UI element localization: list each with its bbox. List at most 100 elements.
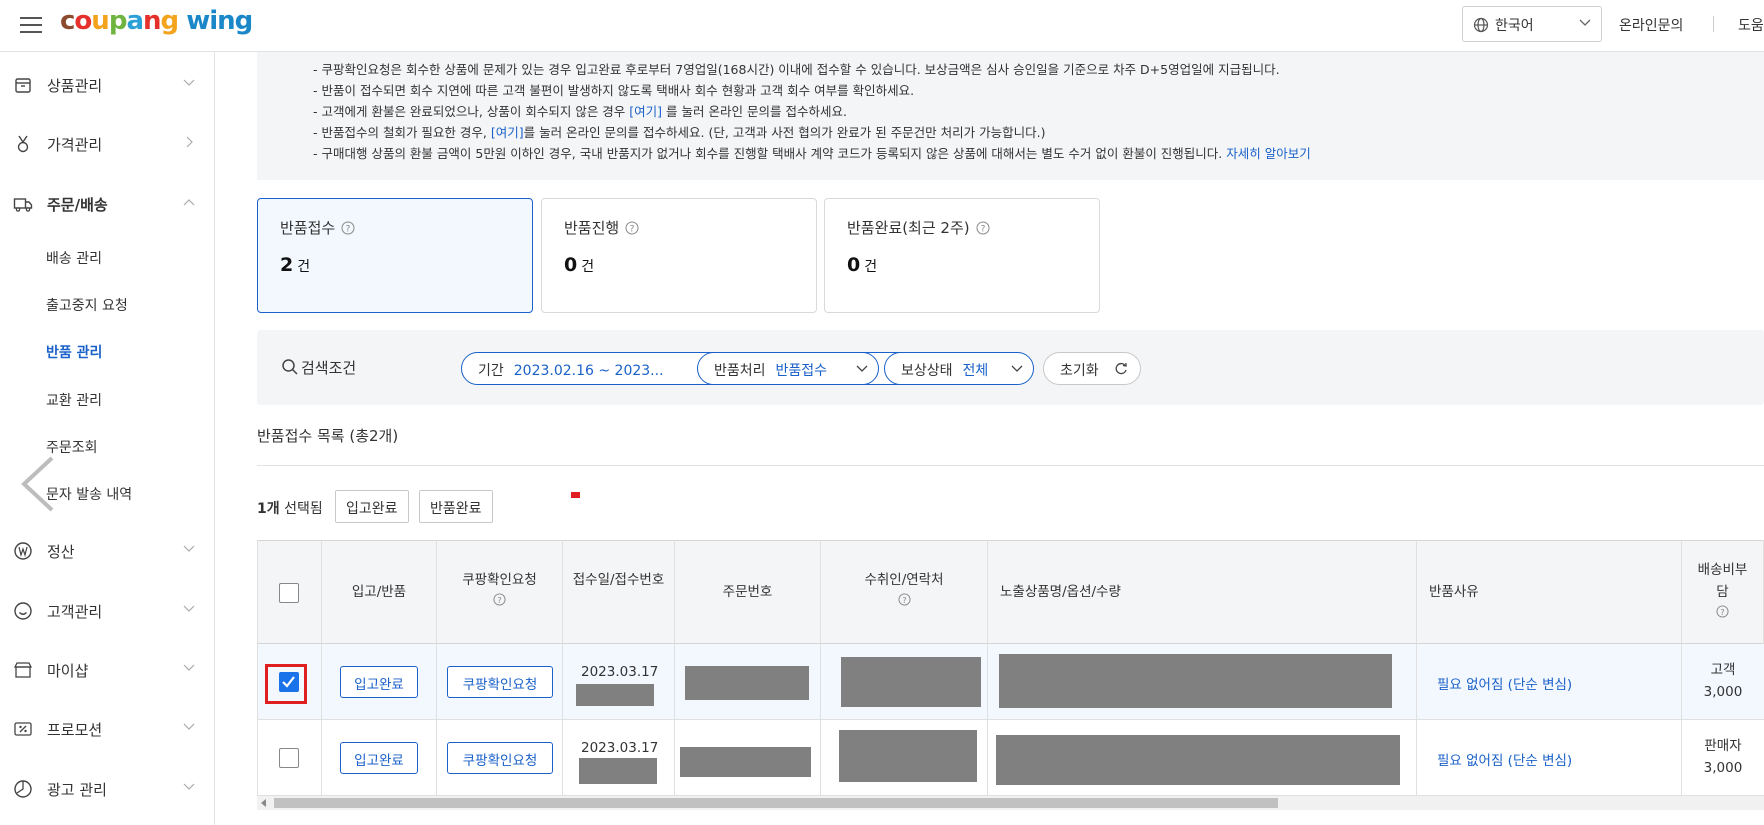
truck-icon bbox=[13, 198, 33, 212]
sidebar-sub-delivery[interactable]: 배송 관리 bbox=[46, 248, 102, 268]
table-row[interactable]: 입고완료 쿠팡확인요청 2023.03.17 필요 없어짐 (단순 변심) 고객… bbox=[257, 644, 1764, 720]
redacted-order-number bbox=[680, 747, 811, 777]
here-link[interactable]: [여기] bbox=[491, 125, 524, 140]
question-icon[interactable]: ? bbox=[625, 221, 639, 235]
sidebar-sub-sms-history[interactable]: 문자 발송 내역 bbox=[46, 484, 132, 504]
chevron-down-icon bbox=[1579, 19, 1591, 26]
sidebar-item-price[interactable]: 가격관리 bbox=[0, 123, 215, 163]
card-unit: 건 bbox=[581, 259, 595, 275]
sidebar-item-label: 가격관리 bbox=[47, 136, 103, 154]
question-icon[interactable]: ? bbox=[897, 593, 911, 606]
card-count: 0 bbox=[564, 254, 578, 276]
sidebar-item-product[interactable]: 상품관리 bbox=[0, 64, 215, 104]
card-return-complete[interactable]: 반품완료(최근 2주)? 0건 bbox=[824, 198, 1100, 313]
sidebar-item-order-delivery[interactable]: 주문/배송 bbox=[0, 183, 215, 223]
help-link[interactable]: 도움 bbox=[1738, 15, 1764, 35]
received-date: 2023.03.17 bbox=[581, 740, 659, 756]
compensation-filter[interactable]: 보상상태 전체 bbox=[884, 352, 1034, 385]
chevron-down-icon bbox=[183, 79, 195, 86]
percent-icon bbox=[14, 722, 32, 736]
filter-bar: 검색조건 기간 2023.02.16 ~ 2023... 반품처리 반품접수 보상상… bbox=[257, 330, 1764, 405]
col-coupang-request: 쿠팡확인요청? bbox=[437, 540, 563, 644]
chevron-up-icon bbox=[183, 199, 195, 206]
card-return-received[interactable]: 반품접수? 2건 bbox=[257, 198, 533, 313]
sidebar-item-label: 광고 관리 bbox=[47, 781, 107, 799]
col-inbound-return: 입고/반품 bbox=[322, 540, 437, 644]
card-count: 2 bbox=[280, 254, 294, 276]
shipping-fee-info: 고객 3,000 bbox=[1703, 662, 1743, 700]
card-title: 반품완료(최근 2주) bbox=[847, 219, 970, 237]
online-inquiry-link[interactable]: 온라인문의 bbox=[1619, 15, 1683, 35]
learn-more-link[interactable]: 자세히 알아보기 bbox=[1226, 146, 1310, 161]
svg-text:?: ? bbox=[497, 595, 501, 605]
language-label: 한국어 bbox=[1495, 18, 1534, 34]
sidebar-item-customer[interactable]: 고객관리 bbox=[0, 590, 215, 630]
sidebar-item-label: 마이샵 bbox=[47, 662, 89, 680]
horizontal-scrollbar[interactable] bbox=[257, 796, 1764, 810]
svg-text:?: ? bbox=[980, 225, 985, 235]
table-row[interactable]: 입고완료 쿠팡확인요청 2023.03.17 필요 없어짐 (단순 변심) 판매… bbox=[257, 720, 1764, 796]
sidebar-item-label: 고객관리 bbox=[47, 603, 103, 621]
col-recipient: 수취인/연락처? bbox=[821, 540, 988, 644]
inbound-complete-button[interactable]: 입고완료 bbox=[340, 742, 418, 774]
inbound-complete-button[interactable]: 입고완료 bbox=[340, 666, 418, 698]
store-icon bbox=[13, 662, 33, 678]
sidebar-sub-exchange[interactable]: 교환 관리 bbox=[46, 390, 102, 410]
notice-line: - 구매대행 상품의 환불 금액이 5만원 이하인 경우, 국내 반품지가 없거… bbox=[313, 146, 1311, 161]
scroll-left-arrow-icon[interactable] bbox=[261, 799, 266, 807]
globe-icon bbox=[1473, 17, 1489, 33]
card-unit: 건 bbox=[297, 259, 311, 275]
coupang-request-button[interactable]: 쿠팡확인요청 bbox=[447, 742, 553, 774]
reset-button[interactable]: 초기화 bbox=[1043, 352, 1141, 385]
col-received-date: 접수일/접수번호 bbox=[563, 540, 675, 644]
sidebar-item-promotion[interactable]: 프로모션 bbox=[0, 708, 215, 748]
hamburger-menu-icon[interactable] bbox=[20, 17, 42, 33]
chevron-down-icon bbox=[183, 605, 195, 612]
language-select[interactable]: 한국어 bbox=[1462, 6, 1602, 42]
select-all-checkbox[interactable] bbox=[279, 583, 299, 603]
bulk-inbound-complete-button[interactable]: 입고완료 bbox=[335, 490, 409, 523]
won-icon bbox=[14, 542, 32, 560]
chevron-down-icon bbox=[183, 545, 195, 552]
sidebar-item-label: 프로모션 bbox=[47, 721, 103, 739]
section-divider bbox=[257, 465, 1764, 466]
sidebar-item-label: 정산 bbox=[47, 543, 75, 561]
chevron-down-icon bbox=[183, 783, 195, 790]
svg-text:?: ? bbox=[1720, 607, 1724, 617]
top-header: coupang wing 한국어 온라인문의 도움 bbox=[0, 0, 1764, 52]
chart-icon bbox=[14, 780, 32, 798]
question-icon[interactable]: ? bbox=[976, 221, 990, 235]
question-icon[interactable]: ? bbox=[493, 593, 506, 606]
shipping-fee-info: 판매자 3,000 bbox=[1703, 738, 1743, 776]
row-checkbox[interactable] bbox=[279, 748, 299, 768]
question-icon[interactable]: ? bbox=[1716, 605, 1729, 618]
list-title: 반품접수 목록 (총2개) bbox=[257, 427, 399, 445]
sidebar-sub-returns[interactable]: 반품 관리 bbox=[46, 342, 102, 362]
chevron-down-icon bbox=[183, 723, 195, 730]
collapse-sidebar-icon[interactable] bbox=[18, 454, 58, 514]
redacted-recipient bbox=[839, 730, 977, 782]
bulk-return-complete-button[interactable]: 반품완료 bbox=[419, 490, 493, 523]
notice-line: - 고객에게 환불은 완료되었으나, 상품이 회수되지 않은 경우 [여기] 를… bbox=[313, 104, 847, 119]
return-process-filter[interactable]: 반품처리 반품접수 bbox=[697, 352, 879, 385]
sidebar-item-myshop[interactable]: 마이샵 bbox=[0, 649, 215, 689]
card-count: 0 bbox=[847, 254, 861, 276]
header-checkbox-cell bbox=[257, 540, 322, 644]
return-reason-link[interactable]: 필요 없어짐 (단순 변심) bbox=[1437, 673, 1572, 693]
sidebar-item-ads[interactable]: 광고 관리 bbox=[0, 768, 215, 808]
redacted-recipient bbox=[841, 657, 981, 707]
notice-line: - 반품접수의 철회가 필요한 경우, [여기]를 눌러 온라인 문의를 접수하… bbox=[313, 125, 1046, 140]
coupang-wing-logo[interactable]: coupang wing bbox=[60, 6, 253, 36]
sidebar-item-settlement[interactable]: 정산 bbox=[0, 530, 215, 570]
chevron-down-icon bbox=[183, 664, 195, 671]
sidebar-sub-shipping-stop[interactable]: 출고중지 요청 bbox=[46, 295, 128, 315]
return-reason-link[interactable]: 필요 없어짐 (단순 변심) bbox=[1437, 749, 1572, 769]
selection-info: 1개 선택됨 bbox=[257, 501, 323, 517]
scrollbar-thumb[interactable] bbox=[274, 798, 1278, 808]
here-link[interactable]: [여기] bbox=[629, 104, 662, 119]
refresh-icon bbox=[1115, 362, 1127, 375]
smile-icon bbox=[14, 602, 32, 620]
coupang-request-button[interactable]: 쿠팡확인요청 bbox=[447, 666, 553, 698]
card-return-in-progress[interactable]: 반품진행? 0건 bbox=[541, 198, 817, 313]
question-icon[interactable]: ? bbox=[341, 221, 355, 235]
